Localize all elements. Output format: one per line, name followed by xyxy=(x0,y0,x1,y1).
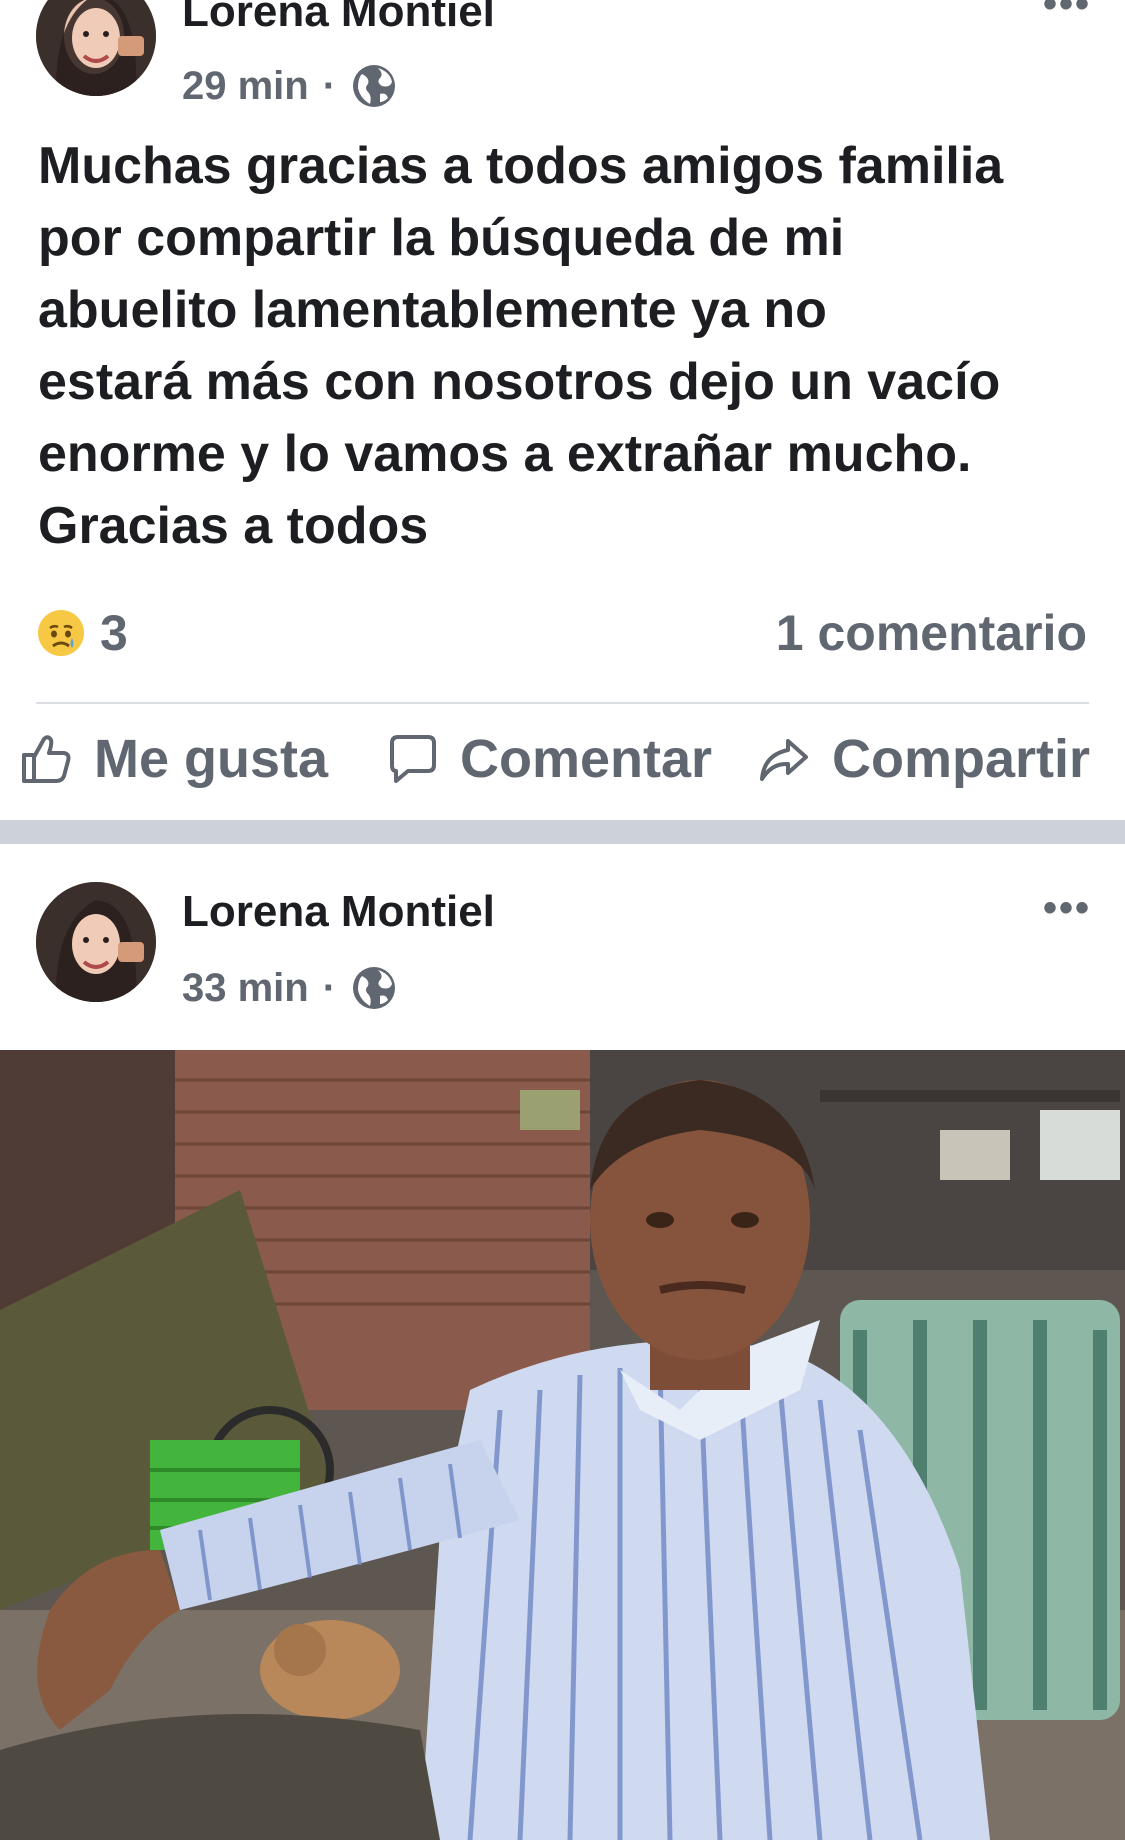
more-options-icon[interactable]: ••• xyxy=(1043,0,1091,24)
share-button[interactable]: Compartir xyxy=(756,728,1090,790)
globe-icon xyxy=(353,65,396,107)
globe-icon xyxy=(353,967,396,1009)
more-options-icon[interactable]: ••• xyxy=(1043,888,1091,928)
post-card: Lorena Montiel 29 min · ••• Muchas graci… xyxy=(0,0,1125,820)
comment-count-link[interactable]: 1 comentario xyxy=(776,604,1087,662)
share-label: Compartir xyxy=(832,729,1091,789)
comment-label: Comentar xyxy=(460,729,713,789)
thumbs-up-icon xyxy=(22,735,71,783)
author-avatar[interactable] xyxy=(36,0,156,96)
reactions-summary[interactable]: 3 xyxy=(36,604,128,662)
post-meta: 29 min · xyxy=(182,62,398,110)
post-card: Lorena Montiel 33 min · ••• xyxy=(0,844,1125,1840)
divider xyxy=(36,702,1089,704)
author-name[interactable]: Lorena Montiel xyxy=(182,890,495,934)
comment-button[interactable]: Comentar xyxy=(384,728,712,790)
share-arrow-icon xyxy=(760,739,808,781)
author-name[interactable]: Lorena Montiel xyxy=(182,0,495,34)
reaction-count: 3 xyxy=(100,605,128,661)
post-photo[interactable] xyxy=(0,1050,1125,1840)
feed-separator xyxy=(0,820,1125,844)
meta-separator: · xyxy=(322,64,337,108)
author-avatar[interactable] xyxy=(36,882,156,1002)
post-text: Muchas gracias a todos amigos familia po… xyxy=(38,137,1004,555)
like-label: Me gusta xyxy=(94,729,329,789)
sad-emoji-icon xyxy=(38,610,84,656)
post-time[interactable]: 33 min xyxy=(182,968,309,1008)
meta-separator: · xyxy=(322,966,337,1010)
post-meta: 33 min · xyxy=(182,964,398,1012)
like-button[interactable]: Me gusta xyxy=(18,728,328,790)
post-actions: Me gusta Comentar Compartir xyxy=(0,728,1125,798)
post-time[interactable]: 29 min xyxy=(182,66,309,106)
comment-bubble-icon xyxy=(390,735,436,783)
